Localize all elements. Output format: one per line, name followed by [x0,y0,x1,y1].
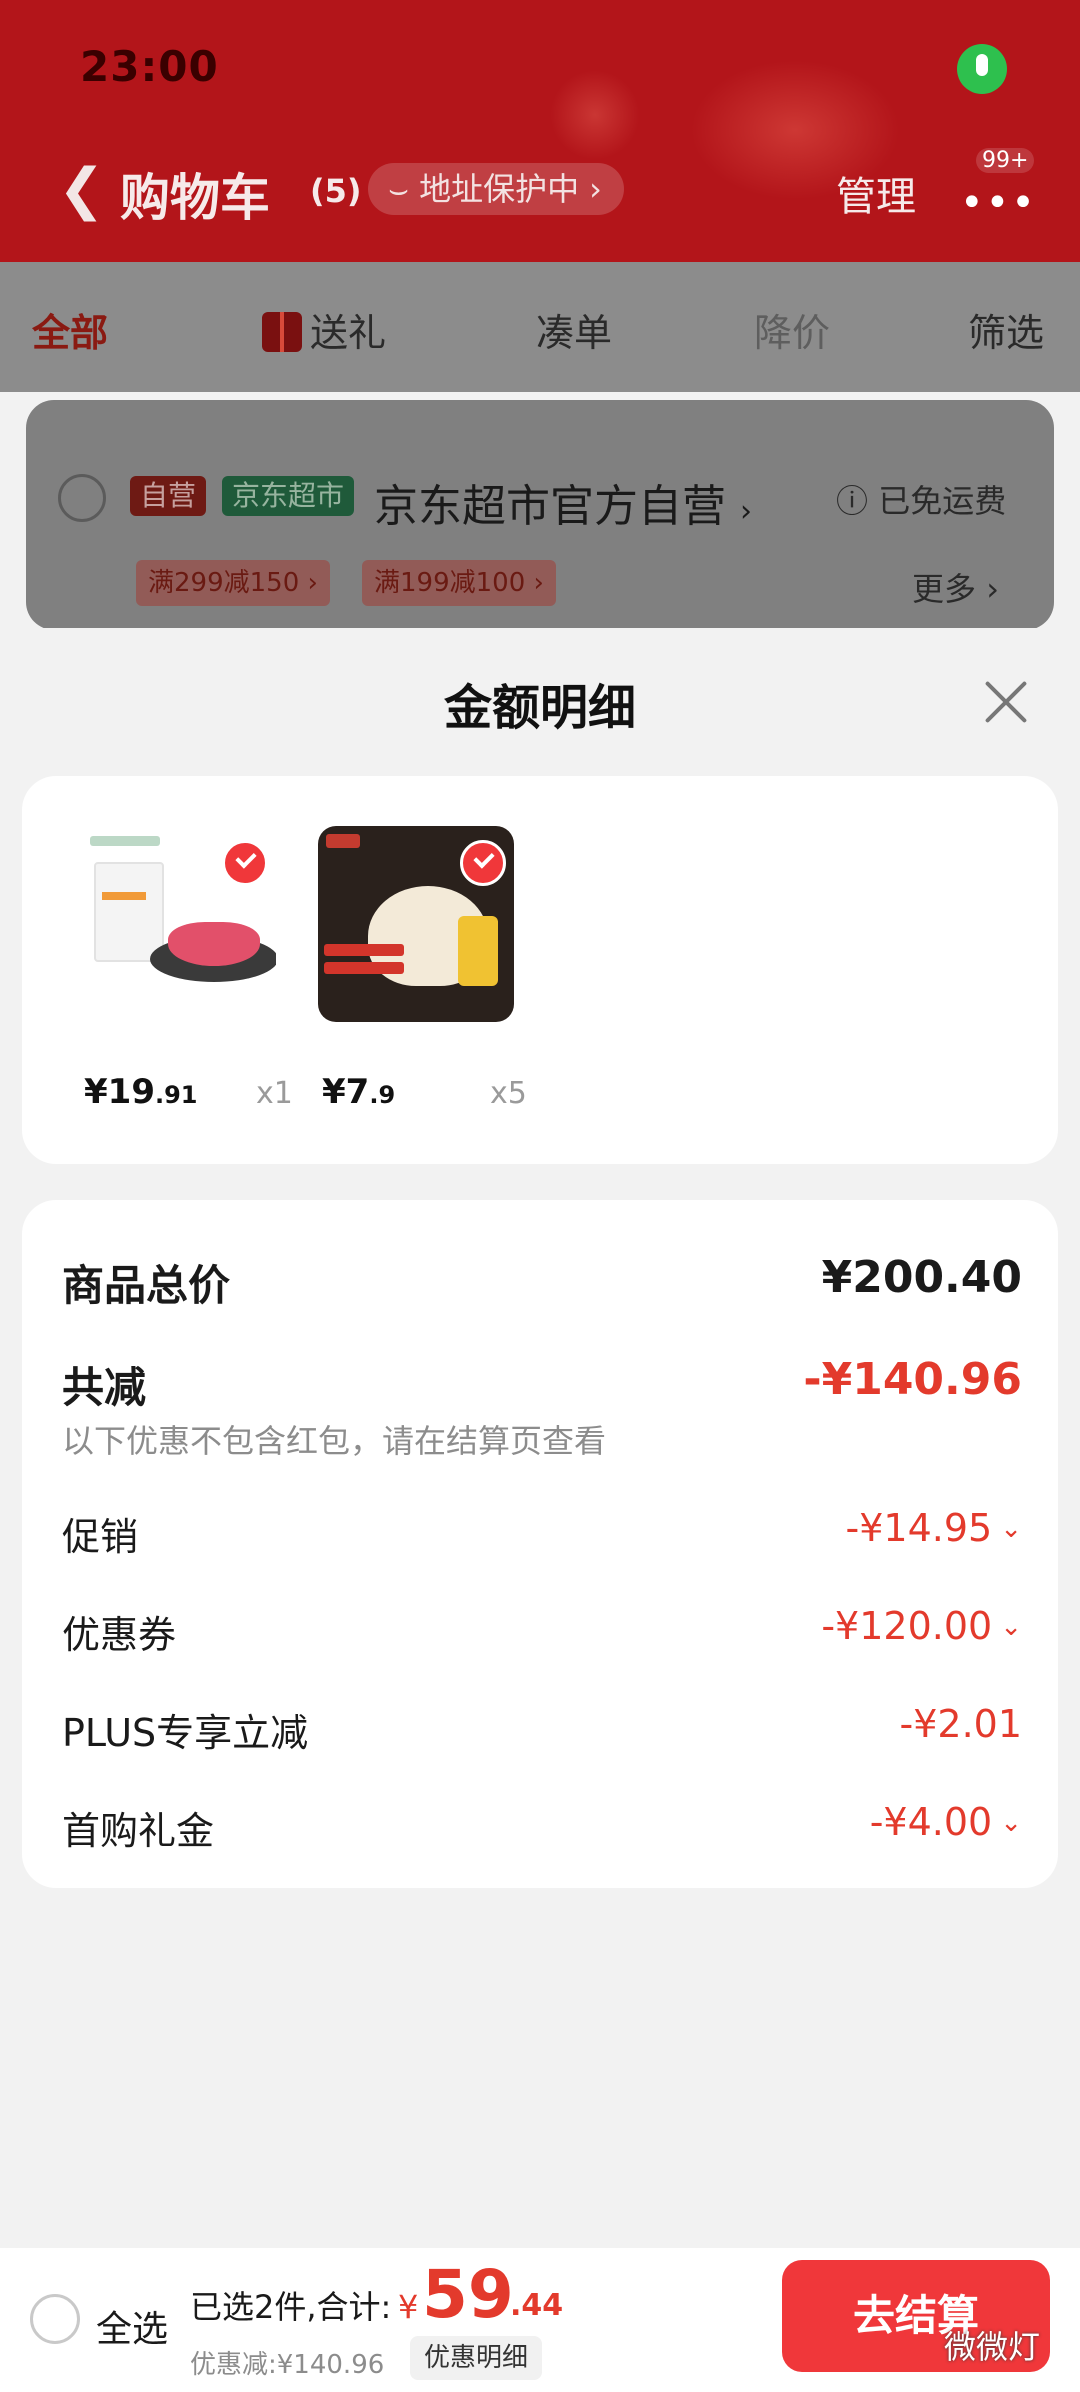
tab-combine[interactable]: 凑单 [536,302,612,357]
promo-label: 满299减150 [148,568,300,598]
more-label: 更多 [912,570,977,608]
selected-products-card: ¥19.91 x1 ¥7.9 x5 [22,776,1058,1164]
price-breakdown-card: 商品总价 ¥200.40 共减 -¥140.96 以下优惠不包含红包，请在结算页… [22,1200,1058,1888]
product-item[interactable]: ¥19.91 x1 [80,826,293,1112]
self-operated-tag: 自营 [130,476,207,516]
free-shipping-text: 已免运费 [878,482,1007,520]
status-time: 23:00 [80,42,219,91]
product-price: ¥19.91 [84,1072,198,1112]
tab-gift-label: 送礼 [310,311,387,355]
checked-icon [222,840,268,886]
promotion-row[interactable]: -¥14.95 ⌄ [846,1506,1022,1550]
jd-supermarket-tag: 京东超市 [222,476,355,516]
firework-decoration-small [550,70,640,160]
total-currency: ¥ [398,2288,419,2326]
page-title: 购物车 [120,169,270,227]
discount-summary: 优惠减:¥140.96 [190,2350,385,2380]
close-icon[interactable] [976,672,1036,732]
back-icon[interactable]: ❮ [58,160,105,220]
coupon-label: 优惠券 [62,1613,177,1657]
gift-icon [262,312,302,352]
coupon-row[interactable]: -¥120.00 ⌄ [821,1604,1022,1648]
reduction-note: 以下优惠不包含红包，请在结算页查看 [62,1422,607,1460]
plus-discount-label: PLUS专享立减 [62,1711,309,1755]
free-shipping-label: ⓘ 已免运费 [836,476,1006,522]
discount-detail-button[interactable]: 优惠明细 [410,2336,543,2380]
plus-discount-value: -¥2.01 [899,1702,1023,1746]
filter-tabs: 全部 送礼 凑单 降价 筛选 [0,262,1080,392]
checked-icon [460,840,506,886]
microphone-icon [957,44,1007,94]
first-purchase-row[interactable]: -¥4.00 ⌄ [870,1800,1022,1844]
promo-tag[interactable]: 满299减150 › [136,560,330,606]
chevron-right-icon: › [740,494,752,529]
total-amount-decimal: .44 [510,2288,564,2323]
chevron-down-icon: ⌄ [1000,1514,1022,1544]
amount-detail-sheet: 金额明细 ¥19.91 x1 ¥7.9 x5 商品总价 ¥200.40 共减 -… [0,628,1080,2248]
product-image [318,826,514,1022]
more-promos-link[interactable]: 更多 › [912,564,999,610]
first-purchase-value: -¥4.00 [869,1800,993,1844]
store-select-radio[interactable] [58,474,106,522]
tab-gift[interactable]: 送礼 [262,302,386,357]
chevron-down-icon: ⌄ [1000,1808,1022,1838]
promotion-label: 促销 [62,1515,139,1559]
store-name-label: 京东超市官方自营 [374,481,726,532]
product-quantity: x5 [490,1076,527,1111]
watermark: 微微灯 [944,2328,1041,2366]
address-protect-label: 地址保护中 [419,170,580,208]
tab-price-drop[interactable]: 降价 [754,302,830,357]
info-icon: ⓘ [836,482,869,520]
checkout-bar: 全选 已选2件,合计: ¥ 59 .44 优惠减:¥140.96 优惠明细 去结… [0,2248,1080,2392]
message-badge: 99+ [976,148,1035,173]
product-quantity: x1 [256,1076,293,1111]
product-item[interactable]: ¥7.9 x5 [318,826,527,1112]
product-image [80,826,276,1022]
store-name[interactable]: 京东超市官方自营 › [374,470,752,534]
total-price-value: ¥200.40 [821,1252,1022,1303]
selected-summary: 已选2件,合计: [190,2288,392,2326]
total-reduction-label: 共减 [62,1363,147,1412]
total-price-label: 商品总价 [62,1261,231,1310]
cart-header: 23:00 ❮ 购物车 (5) ⌣ 地址保护中 › 管理 99+ ••• [0,0,1080,262]
product-price: ¥7.9 [322,1072,396,1112]
promotion-value: -¥14.95 [845,1506,993,1550]
select-all-label[interactable]: 全选 [96,2300,168,2352]
select-all-radio[interactable] [30,2294,80,2344]
promo-label: 满199减100 [374,568,526,598]
tab-all[interactable]: 全部 [32,302,108,357]
tab-filter[interactable]: 筛选 [968,302,1044,357]
total-amount-integer: 59 [422,2256,514,2333]
chevron-down-icon: ⌄ [1000,1612,1022,1642]
address-protect-pill[interactable]: ⌣ 地址保护中 › [368,163,624,215]
smile-icon: ⌣ [388,170,410,208]
coupon-value: -¥120.00 [821,1604,993,1648]
more-icon[interactable]: ••• [960,180,1037,226]
promo-tag[interactable]: 满199减100 › [362,560,556,606]
chevron-right-icon: › [589,170,602,208]
first-purchase-label: 首购礼金 [62,1809,215,1853]
manage-button[interactable]: 管理 [836,164,916,222]
total-reduction-value: -¥140.96 [803,1354,1022,1405]
sheet-title: 金额明细 [443,680,636,736]
cart-count: (5) [310,172,362,210]
